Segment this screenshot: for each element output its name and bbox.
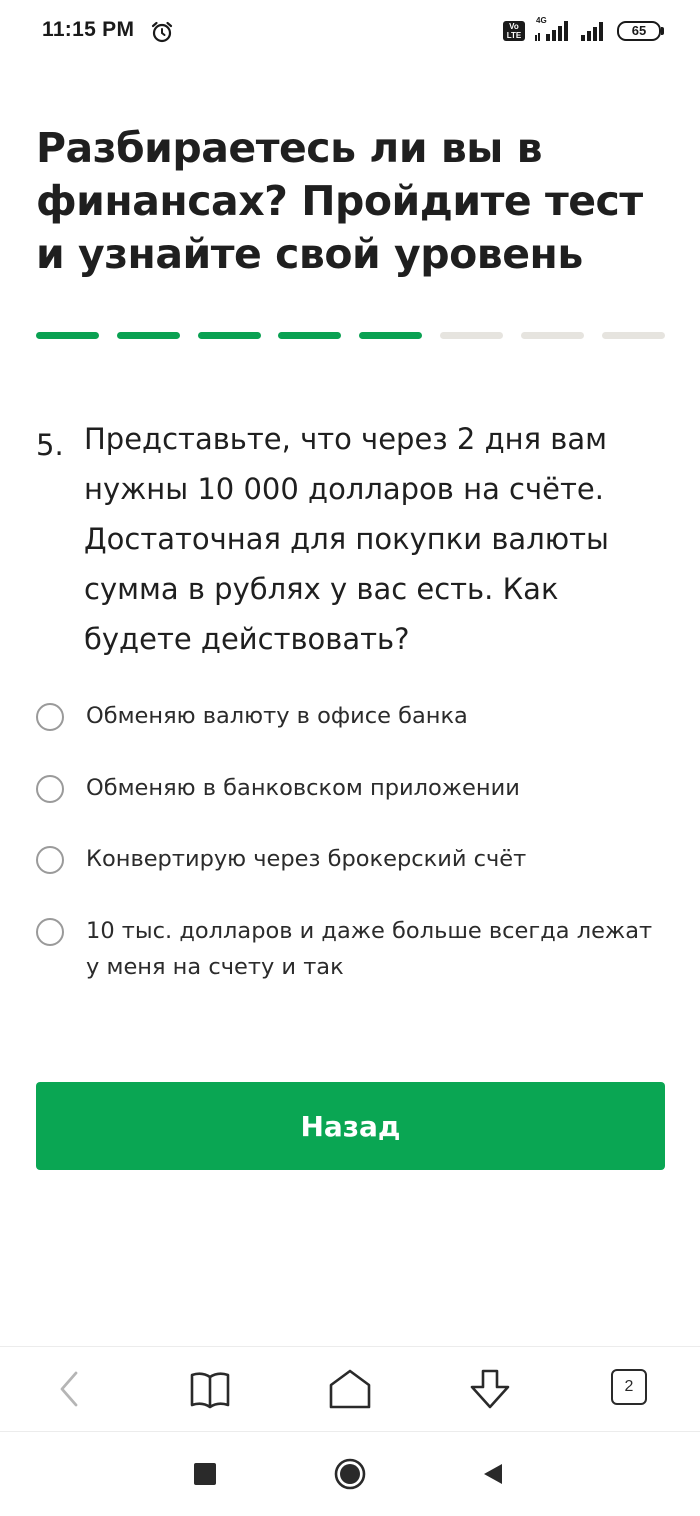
page-title: Разбираетесь ли вы в финансах? Пройдите … xyxy=(36,124,643,278)
progress-segment xyxy=(198,332,261,339)
progress-segment xyxy=(278,332,341,339)
answer-option-label: 10 тыс. долларов и даже больше всегда ле… xyxy=(86,918,653,980)
back-button[interactable]: Назад xyxy=(36,1082,665,1170)
battery-tip xyxy=(661,27,664,35)
answer-option-label: Обменяю валюту в офисе банка xyxy=(86,703,468,729)
bookmarks-book-icon[interactable] xyxy=(188,1367,232,1411)
signal-strength-icon-2 xyxy=(581,22,603,41)
progress-segment xyxy=(602,332,665,339)
radio-button[interactable] xyxy=(36,918,64,946)
status-time: 11:15 PM xyxy=(42,18,135,41)
home-icon[interactable] xyxy=(328,1367,372,1411)
progress-segment xyxy=(36,332,99,339)
answer-option-label: Конвертирую через брокерский счёт xyxy=(86,846,527,872)
signal-strength-icon xyxy=(535,21,568,41)
progress-segment xyxy=(440,332,503,339)
radio-button[interactable] xyxy=(36,775,64,803)
home-circle-icon[interactable] xyxy=(334,1458,366,1490)
download-icon[interactable] xyxy=(468,1367,512,1411)
progress-segment xyxy=(359,332,422,339)
question-text: Представьте, что через 2 дня вам нужны 1… xyxy=(84,422,609,656)
recent-apps-icon[interactable] xyxy=(194,1463,216,1485)
volte-icon: Vo LTE xyxy=(503,21,525,41)
battery-icon: 65 xyxy=(617,21,661,41)
status-bar: 11:15 PM Vo LTE 4G 65 xyxy=(0,0,700,64)
browser-toolbar: 2 xyxy=(0,1346,700,1432)
back-triangle-icon[interactable] xyxy=(481,1462,505,1486)
browser-back-icon[interactable] xyxy=(48,1367,92,1411)
system-navigation-bar xyxy=(0,1432,700,1516)
question-number: 5. xyxy=(36,428,64,462)
radio-button[interactable] xyxy=(36,846,64,874)
radio-button[interactable] xyxy=(36,703,64,731)
quiz-progress-bar xyxy=(36,332,665,340)
tabs-count-button[interactable]: 2 xyxy=(611,1369,647,1405)
answer-option-label: Обменяю в банковском приложении xyxy=(86,775,520,801)
progress-segment xyxy=(117,332,180,339)
progress-segment xyxy=(521,332,584,339)
alarm-clock-icon xyxy=(151,21,173,43)
